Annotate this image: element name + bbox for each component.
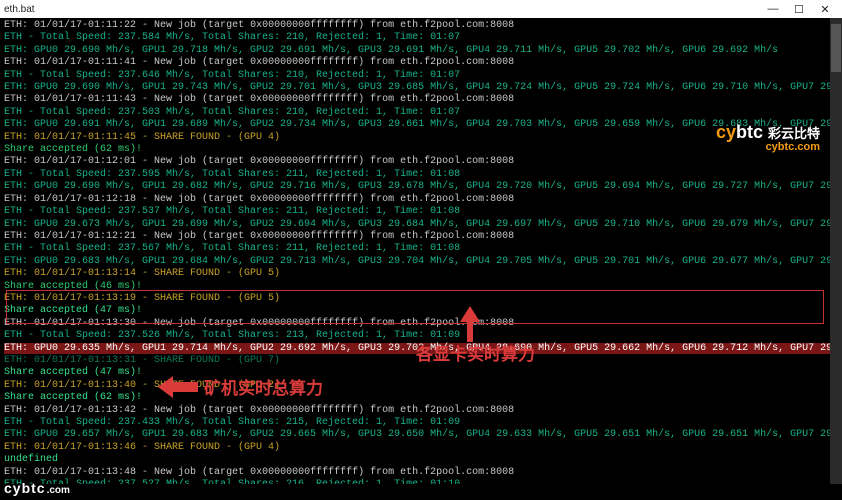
terminal-line: ETH: GPU0 29.683 Mh/s, GPU1 29.684 Mh/s,… bbox=[4, 256, 838, 268]
scrollbar-thumb[interactable] bbox=[831, 24, 841, 72]
terminal-line: ETH: 01/01/17-01:13:48 - New job (target… bbox=[4, 467, 838, 479]
terminal-line: ETH: GPU0 29.690 Mh/s, GPU1 29.718 Mh/s,… bbox=[4, 45, 838, 57]
terminal-line: Share accepted (47 ms)! bbox=[4, 305, 838, 317]
window-title: eth.bat bbox=[4, 4, 35, 15]
terminal-line: ETH: 01/01/17-01:11:45 - SHARE FOUND - (… bbox=[4, 132, 838, 144]
watermark-logo: cybtc 彩云比特 cybtc.com bbox=[716, 122, 820, 153]
terminal-line: ETH - Total Speed: 237.503 Mh/s, Total S… bbox=[4, 107, 838, 119]
terminal-line: Share accepted (47 ms)! bbox=[4, 367, 838, 379]
terminal-line: ETH: GPU0 29.657 Mh/s, GPU1 29.683 Mh/s,… bbox=[4, 429, 838, 441]
terminal-line: ETH: 01/01/17-01:11:22 - New job (target… bbox=[4, 20, 838, 32]
terminal-line: ETH - Total Speed: 237.646 Mh/s, Total S… bbox=[4, 70, 838, 82]
terminal-line: Share accepted (62 ms)! bbox=[4, 144, 838, 156]
terminal-line: ETH: GPU0 29.690 Mh/s, GPU1 29.682 Mh/s,… bbox=[4, 181, 838, 193]
terminal-line: ETH - Total Speed: 237.537 Mh/s, Total S… bbox=[4, 206, 838, 218]
footer-watermark: cybtc.com bbox=[4, 480, 70, 496]
vertical-scrollbar[interactable] bbox=[830, 18, 842, 484]
terminal-line: Share accepted (62 ms)! bbox=[4, 392, 838, 404]
terminal-line: ETH: 01/01/17-01:11:43 - New job (target… bbox=[4, 94, 838, 106]
terminal-line: ETH: GPU0 29.691 Mh/s, GPU1 29.689 Mh/s,… bbox=[4, 119, 838, 131]
window-minimize-button[interactable]: — bbox=[760, 3, 786, 15]
terminal-line: ETH: 01/01/17-01:13:40 - SHARE FOUND - (… bbox=[4, 380, 838, 392]
terminal-line: ETH - Total Speed: 237.595 Mh/s, Total S… bbox=[4, 169, 838, 181]
window-maximize-button[interactable]: ☐ bbox=[786, 3, 812, 16]
terminal-line: ETH: GPU0 29.690 Mh/s, GPU1 29.743 Mh/s,… bbox=[4, 82, 838, 94]
terminal-output: ETH: 01/01/17-01:11:22 - New job (target… bbox=[0, 18, 842, 484]
terminal-line: ETH: 01/01/17-01:12:01 - New job (target… bbox=[4, 156, 838, 168]
terminal-line: ETH - Total Speed: 237.433 Mh/s, Total S… bbox=[4, 417, 838, 429]
terminal-line: ETH - Total Speed: 237.567 Mh/s, Total S… bbox=[4, 243, 838, 255]
annotation-total-label: 矿机实时总算力 bbox=[204, 374, 323, 399]
annotation-gpu-label: 各显卡实时算力 bbox=[416, 340, 535, 365]
terminal-line: undefined bbox=[4, 454, 838, 466]
terminal-line: ETH: 01/01/17-01:12:18 - New job (target… bbox=[4, 194, 838, 206]
title-bar: eth.bat — ☐ ✕ bbox=[0, 0, 842, 18]
terminal-line: ETH - Total Speed: 237.584 Mh/s, Total S… bbox=[4, 32, 838, 44]
window-close-button[interactable]: ✕ bbox=[812, 3, 838, 16]
terminal-line: ETH: GPU0 29.673 Mh/s, GPU1 29.699 Mh/s,… bbox=[4, 219, 838, 231]
terminal-line: ETH: 01/01/17-01:11:41 - New job (target… bbox=[4, 57, 838, 69]
terminal-line: ETH: 01/01/17-01:13:46 - SHARE FOUND - (… bbox=[4, 442, 838, 454]
terminal-line: ETH: 01/01/17-01:12:21 - New job (target… bbox=[4, 231, 838, 243]
terminal-line: Share accepted (46 ms)! bbox=[4, 281, 838, 293]
terminal-line: ETH: 01/01/17-01:13:42 - New job (target… bbox=[4, 405, 838, 417]
terminal-line: ETH: 01/01/17-01:13:19 - SHARE FOUND - (… bbox=[4, 293, 838, 305]
terminal-line: ETH: 01/01/17-01:13:30 - New job (target… bbox=[4, 318, 838, 330]
terminal-line: ETH: 01/01/17-01:13:14 - SHARE FOUND - (… bbox=[4, 268, 838, 280]
terminal-line: ETH - Total Speed: 237.527 Mh/s, Total S… bbox=[4, 479, 838, 484]
